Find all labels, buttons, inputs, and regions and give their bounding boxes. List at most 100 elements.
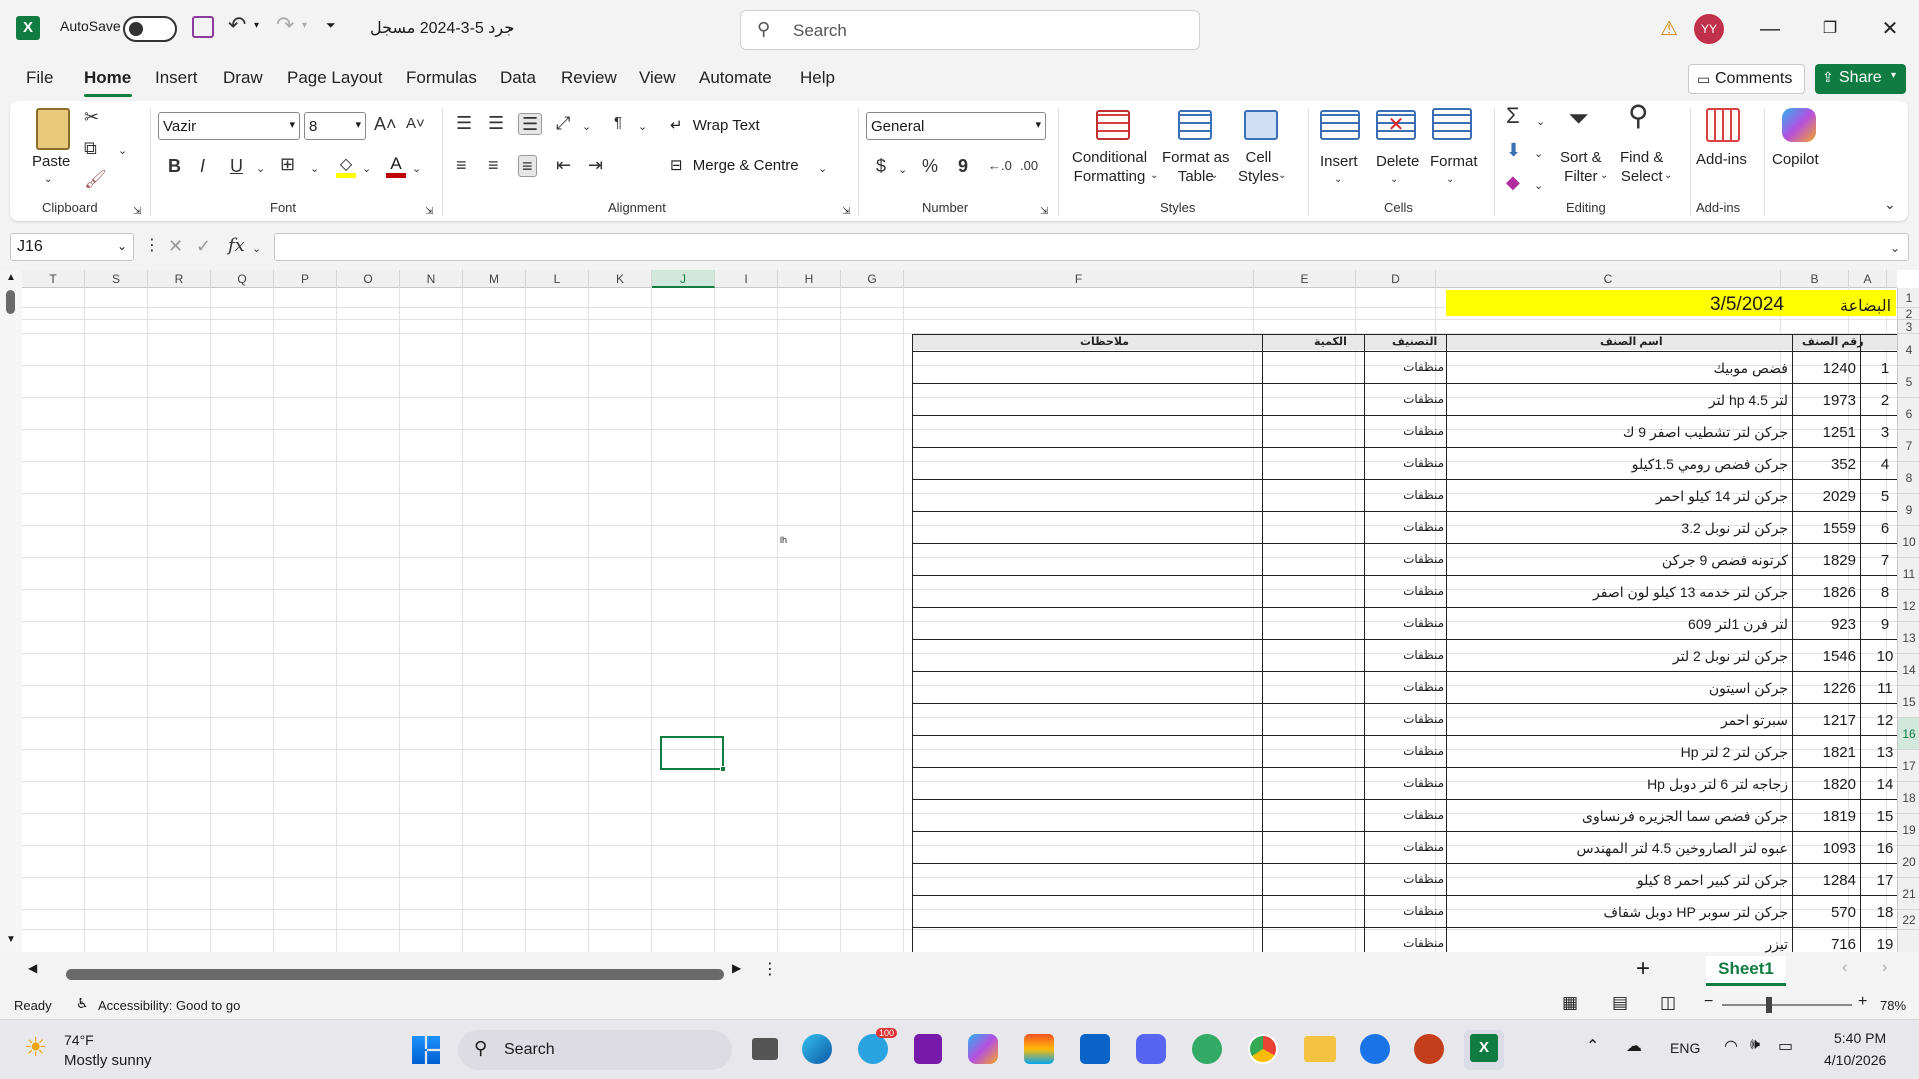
cell-styles-label[interactable]: Cell Styles	[1238, 148, 1279, 186]
tab-page-layout[interactable]: Page Layout	[287, 68, 382, 88]
font-color-dropdown-icon[interactable]: ⌄	[412, 159, 421, 179]
table-cell-n[interactable]: 1	[1870, 360, 1900, 377]
column-header-g[interactable]: G	[841, 270, 904, 288]
table-cell-n[interactable]: 10	[1870, 648, 1900, 665]
table-cell-code[interactable]: 1819	[1792, 808, 1856, 825]
fill-color-icon[interactable]: ◇	[336, 154, 356, 178]
addins-label[interactable]: Add-ins	[1696, 150, 1747, 169]
table-cell-n[interactable]: 12	[1870, 712, 1900, 729]
copilot-taskbar-icon[interactable]	[968, 1034, 998, 1064]
table-cell-code[interactable]: 1226	[1792, 680, 1856, 697]
table-cell-code[interactable]: 1559	[1792, 520, 1856, 537]
table-cell-code[interactable]: 1251	[1792, 424, 1856, 441]
language-indicator[interactable]: ENG	[1670, 1040, 1700, 1056]
add-sheet-icon[interactable]: +	[1636, 955, 1650, 983]
table-cell-name[interactable]: جركن لتر تشطيب اصفر 9 ك	[1446, 424, 1788, 441]
copilot-icon[interactable]	[1782, 108, 1816, 142]
table-cell-name[interactable]: جركن لتر 2 لتر Hp	[1446, 744, 1788, 761]
table-cell-name[interactable]: سبرتو احمر	[1446, 712, 1788, 729]
format-cells-icon[interactable]	[1432, 108, 1472, 140]
table-cell-cat[interactable]: منظفات	[1364, 712, 1444, 726]
find-dropdown-icon[interactable]: ⌄	[1664, 166, 1672, 186]
table-cell-name[interactable]: جركن لتر نوبل 3.2	[1446, 520, 1788, 537]
row-header-3[interactable]: 3	[1898, 320, 1919, 334]
percent-icon[interactable]: %	[922, 156, 938, 176]
table-cell-code[interactable]: 2029	[1792, 488, 1856, 505]
column-header-r[interactable]: R	[148, 270, 211, 288]
sheet-header-label[interactable]: البضاعة	[1840, 296, 1891, 316]
table-cell-n[interactable]: 17	[1870, 872, 1900, 889]
wifi-icon[interactable]: ◠	[1724, 1036, 1738, 1056]
table-cell-cat[interactable]: منظفات	[1364, 936, 1444, 950]
next-sheet-icon[interactable]: ›	[1882, 959, 1887, 977]
collapse-ribbon-icon[interactable]: ⌄	[1884, 194, 1896, 214]
conditional-formatting-label[interactable]: Conditional Formatting	[1072, 148, 1147, 186]
paste-icon[interactable]	[36, 108, 70, 150]
table-cell-name[interactable]: لتر فرن 1لتر 609	[1446, 616, 1788, 633]
table-cell-name[interactable]: جركن لتر خدمه 13 كيلو لون اصفر	[1446, 584, 1788, 601]
conditional-dropdown-icon[interactable]: ⌄	[1150, 166, 1158, 186]
tab-insert[interactable]: Insert	[155, 68, 198, 88]
redo-dropdown-icon[interactable]: ▾	[302, 20, 307, 31]
name-box[interactable]: J16 ⌄	[10, 233, 134, 261]
expand-formula-icon[interactable]: ⌄	[1890, 238, 1900, 258]
table-cell-cat[interactable]: منظفات	[1364, 872, 1444, 886]
column-header-d[interactable]: D	[1356, 270, 1436, 288]
tab-draw[interactable]: Draw	[223, 68, 263, 88]
column-header-p[interactable]: P	[274, 270, 337, 288]
table-cell-name[interactable]: جركن اسيتون	[1446, 680, 1788, 697]
header-item-no[interactable]: رقم الصنف	[1802, 335, 1864, 348]
title-dropdown-icon[interactable]: ⌄	[506, 20, 516, 34]
format-painter-icon[interactable]: 🖌	[84, 169, 107, 189]
header-quantity[interactable]: الكمية	[1314, 335, 1347, 348]
formula-input[interactable]	[274, 233, 1909, 261]
file-explorer-icon[interactable]	[1304, 1036, 1336, 1062]
customize-qat-icon[interactable]: ⏷	[326, 18, 336, 33]
fill-handle[interactable]	[720, 766, 726, 772]
weather-desc[interactable]: Mostly sunny	[64, 1052, 152, 1069]
format-cells-label[interactable]: Format	[1430, 152, 1478, 171]
tab-data[interactable]: Data	[500, 68, 536, 88]
clipboard-launcher-icon[interactable]: ⇲	[133, 202, 141, 222]
horizontal-scroll-thumb[interactable]	[66, 969, 724, 980]
clear-dropdown-icon[interactable]: ⌄	[1534, 176, 1543, 196]
header-item-name[interactable]: اسم الصنف	[1600, 335, 1663, 348]
column-header-e[interactable]: E	[1254, 270, 1356, 288]
fill-icon[interactable]: ⬇	[1506, 140, 1521, 160]
orientation-dropdown-icon[interactable]: ⌄	[582, 117, 591, 137]
align-middle-icon[interactable]: ☰	[488, 113, 504, 133]
table-cell-cat[interactable]: منظفات	[1364, 392, 1444, 406]
underline-button[interactable]: U	[230, 156, 243, 176]
column-header-m[interactable]: M	[463, 270, 526, 288]
table-cell-n[interactable]: 14	[1870, 776, 1900, 793]
tab-options-icon[interactable]: ⋮	[762, 959, 778, 979]
clock-date[interactable]: 4/10/2026	[1824, 1052, 1886, 1068]
start-icon[interactable]	[412, 1036, 440, 1064]
tab-review[interactable]: Review	[561, 68, 617, 88]
table-cell-cat[interactable]: منظفات	[1364, 456, 1444, 470]
normal-view-icon[interactable]: ▦	[1562, 993, 1578, 1013]
text-direction-dropdown-icon[interactable]: ⌄	[638, 117, 647, 137]
number-launcher-icon[interactable]: ⇲	[1040, 202, 1048, 222]
format-as-table-label[interactable]: Format as Table	[1162, 148, 1230, 186]
file-title[interactable]: جرد 5-3-2024 مسجل	[370, 18, 514, 38]
decrease-font-icon[interactable]: A˅	[406, 114, 425, 134]
table-cell-n[interactable]: 16	[1870, 840, 1900, 857]
comma-style-icon[interactable]: 9	[958, 156, 968, 176]
italic-button[interactable]: I	[200, 156, 205, 176]
app-store-icon[interactable]	[1360, 1034, 1390, 1064]
table-cell-name[interactable]: فضص موبيك	[1446, 360, 1788, 377]
align-right-icon[interactable]: ≡	[518, 155, 537, 177]
font-launcher-icon[interactable]: ⇲	[425, 202, 433, 222]
table-cell-code[interactable]: 1820	[1792, 776, 1856, 793]
sort-filter-icon[interactable]: ⏷	[1568, 105, 1589, 131]
sort-dropdown-icon[interactable]: ⌄	[1600, 166, 1608, 186]
table-cell-cat[interactable]: منظفات	[1364, 488, 1444, 502]
row-header-9[interactable]: 9	[1898, 494, 1919, 526]
more-options-icon[interactable]: ⋮	[144, 236, 160, 256]
increase-indent-icon[interactable]: ⇥	[588, 155, 603, 175]
align-left-icon[interactable]: ≡	[456, 155, 467, 175]
decrease-indent-icon[interactable]: ⇤	[556, 155, 571, 175]
table-cell-n[interactable]: 11	[1870, 680, 1900, 697]
wrap-text-button[interactable]: ↵ Wrap Text	[670, 116, 760, 140]
